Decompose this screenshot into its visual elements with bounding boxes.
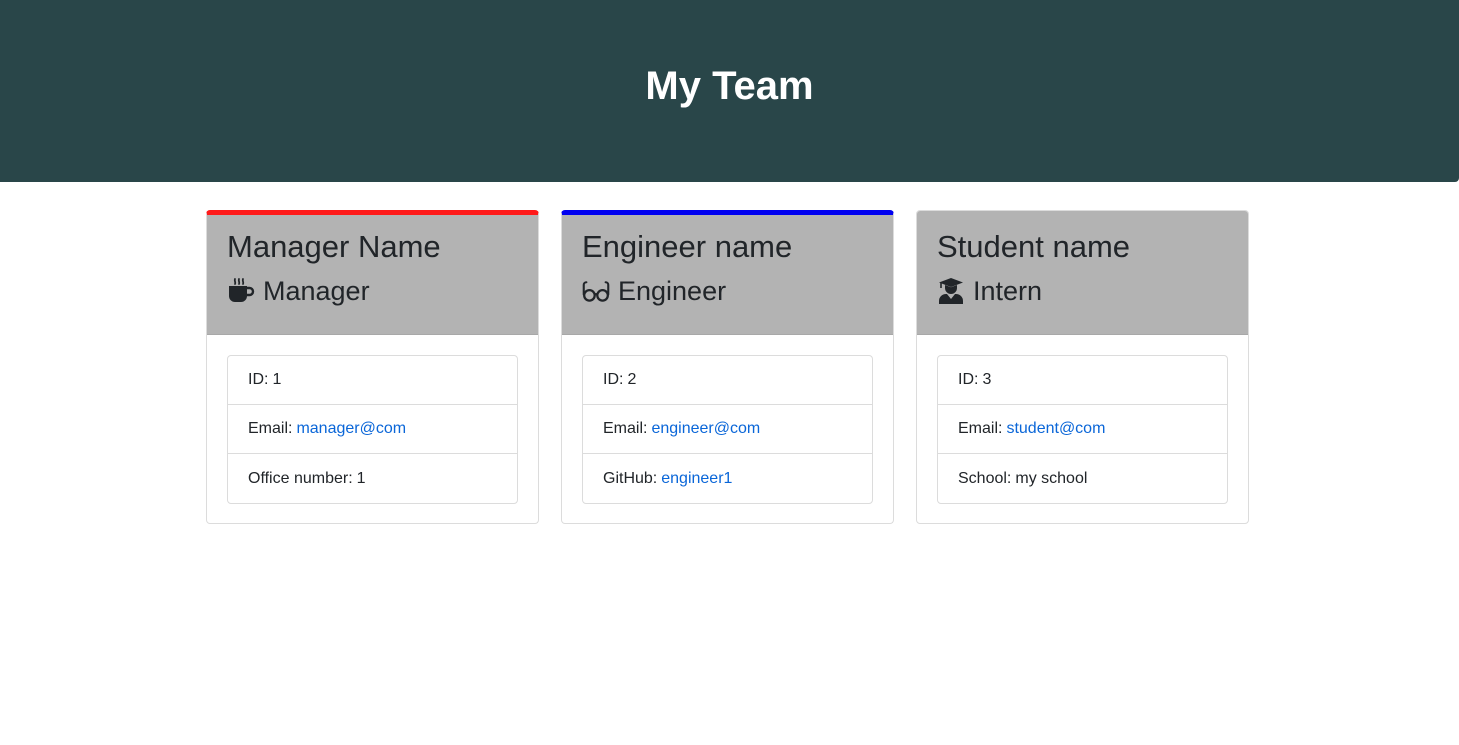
glasses-icon	[582, 277, 610, 305]
card-header: Manager Name Manager	[207, 215, 538, 335]
info-list: ID: 3 Email: student@com School: my scho…	[937, 355, 1228, 504]
info-list: ID: 2 Email: engineer@com GitHub: engine…	[582, 355, 873, 504]
email-row: Email: student@com	[938, 405, 1227, 454]
employee-role: Intern	[937, 274, 1228, 308]
role-label: Intern	[973, 276, 1043, 306]
engineer-card: Engineer name Engineer ID: 2 Email: engi…	[561, 210, 894, 524]
role-label: Engineer	[618, 276, 727, 306]
id-value: 2	[627, 371, 637, 388]
id-value: 1	[272, 371, 282, 388]
employee-name: Manager Name	[227, 229, 441, 264]
info-list: ID: 1 Email: manager@com Office number: …	[227, 355, 518, 504]
page-title: My Team	[645, 64, 814, 108]
email-label: Email:	[958, 420, 1003, 437]
team-cards: Manager Name Manager ID: 1 Email: manage…	[206, 210, 1249, 524]
school-value: my school	[1015, 469, 1088, 487]
email-row: Email: manager@com	[228, 405, 517, 454]
employee-role: Engineer	[582, 274, 873, 308]
card-body: ID: 2 Email: engineer@com GitHub: engine…	[562, 335, 893, 504]
office-number-value: 1	[356, 469, 366, 487]
card-header: Engineer name Engineer	[562, 215, 893, 335]
graduate-icon	[937, 277, 965, 305]
school-row: School: my school	[938, 454, 1227, 503]
github-row: GitHub: engineer1	[583, 454, 872, 503]
id-label: ID:	[248, 371, 269, 388]
role-label: Manager	[263, 276, 370, 306]
employee-role: Manager	[227, 274, 518, 308]
github-label: GitHub:	[603, 469, 658, 487]
id-value: 3	[982, 371, 992, 388]
page-header: My Team	[0, 0, 1459, 182]
employee-name: Engineer name	[582, 229, 793, 264]
office-number-label: Office number:	[248, 469, 353, 487]
intern-card: Student name Intern ID: 3 Email: student…	[916, 210, 1249, 524]
github-link[interactable]: engineer1	[661, 470, 732, 488]
employee-name: Student name	[937, 229, 1131, 264]
card-body: ID: 3 Email: student@com School: my scho…	[917, 335, 1248, 504]
office-number-row: Office number: 1	[228, 454, 517, 503]
email-link[interactable]: engineer@com	[651, 420, 760, 438]
card-header: Student name Intern	[917, 211, 1248, 335]
id-row: ID: 2	[583, 356, 872, 405]
card-body: ID: 1 Email: manager@com Office number: …	[207, 335, 538, 504]
email-link[interactable]: manager@com	[296, 420, 406, 438]
manager-card: Manager Name Manager ID: 1 Email: manage…	[206, 210, 539, 524]
id-label: ID:	[603, 371, 624, 388]
email-link[interactable]: student@com	[1006, 420, 1105, 438]
id-row: ID: 3	[938, 356, 1227, 405]
email-label: Email:	[603, 420, 648, 437]
id-label: ID:	[958, 371, 979, 388]
email-label: Email:	[248, 420, 293, 437]
email-row: Email: engineer@com	[583, 405, 872, 454]
school-label: School:	[958, 469, 1012, 487]
coffee-cup-icon	[227, 277, 255, 305]
id-row: ID: 1	[228, 356, 517, 405]
